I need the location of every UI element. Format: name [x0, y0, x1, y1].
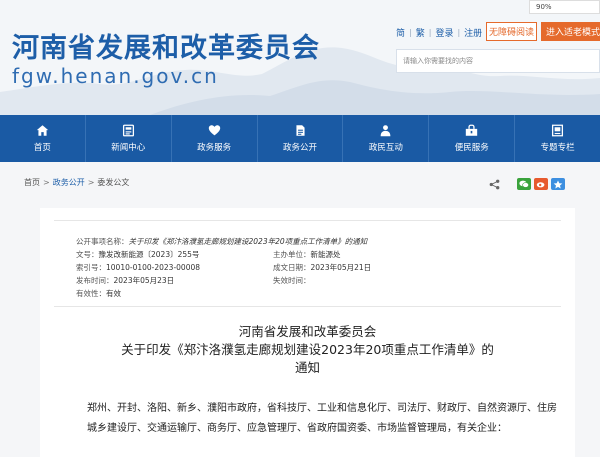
site-domain: fgw.henan.gov.cn	[12, 64, 219, 88]
meta-label: 公开事项名称：	[76, 237, 129, 246]
login-link[interactable]: 登录	[435, 26, 453, 39]
convenience-icon	[466, 124, 478, 136]
main-nav: 首页 新闻中心 政务服务 政务公开 政民互动 便民服务 专题专栏	[0, 115, 600, 162]
separator: |	[409, 27, 412, 37]
meta-row: 索引号：10010-0100-2023-00008 成文日期：2023年05月2…	[76, 261, 561, 274]
wechat-icon[interactable]	[517, 178, 531, 190]
weibo-icon[interactable]	[534, 178, 548, 190]
nav-label: 便民服务	[454, 143, 489, 153]
accessible-reading-button[interactable]: 无障碍阅读	[486, 22, 537, 41]
nav-label: 政务公开	[283, 143, 318, 153]
social-share	[517, 178, 565, 190]
breadcrumb-bar: 首页 > 政务公开 > 委发公文	[0, 162, 600, 208]
nav-label: 新闻中心	[111, 143, 146, 153]
document-title-line: 关于印发《郑汴洛濮氢走廊规划建设2023年20项重点工作清单》的	[121, 342, 494, 357]
document-title-line: 通知	[294, 360, 320, 375]
nav-label: 首页	[33, 143, 51, 153]
nav-item-service[interactable]: 政务服务	[172, 115, 258, 162]
search-input[interactable]	[403, 57, 573, 65]
meta-row: 有效性：有效	[76, 287, 561, 300]
nav-item-home[interactable]: 首页	[0, 115, 86, 162]
meta-row-subject: 公开事项名称： 关于印发《郑汴洛濮氢走廊规划建设2023年20项重点工作清单》的…	[76, 235, 561, 248]
home-icon	[36, 125, 49, 136]
meta-row: 发布时间：2023年05月23日 失效时间：	[76, 274, 561, 287]
open-icon	[295, 125, 305, 136]
nav-item-news[interactable]: 新闻中心	[86, 115, 172, 162]
interaction-icon	[380, 125, 391, 137]
document-issuer: 河南省发展和改革委员会	[238, 324, 377, 339]
nav-label: 专题专栏	[540, 143, 575, 153]
nav-item-open[interactable]: 政务公开	[258, 115, 344, 162]
site-title[interactable]: 河南省发展和改革委员会	[12, 26, 320, 65]
news-icon	[122, 124, 134, 137]
breadcrumb-separator: >	[43, 178, 50, 187]
elder-mode-button[interactable]: 进入适老模式	[541, 22, 600, 41]
topic-icon	[552, 124, 564, 137]
register-link[interactable]: 注册	[464, 26, 482, 39]
nav-label: 政务服务	[197, 143, 232, 153]
separator: |	[428, 27, 432, 37]
meta-cell: 发布时间：2023年05月23日	[76, 276, 175, 285]
breadcrumb-gov-open[interactable]: 政务公开	[53, 177, 85, 188]
share-icon[interactable]	[489, 179, 500, 190]
meta-cell: 文号：豫发改新能源〔2023〕255号	[76, 250, 200, 259]
breadcrumb-separator: >	[87, 178, 95, 187]
nav-item-convenience[interactable]: 便民服务	[429, 115, 516, 162]
nav-item-topic[interactable]: 专题专栏	[515, 115, 600, 162]
meta-cell: 主办单位：新能源处	[273, 250, 341, 259]
nav-item-interaction[interactable]: 政民互动	[343, 115, 430, 162]
site-header: 河南省发展和改革委员会 fgw.henan.gov.cn 简 | 繁 | 登录 …	[0, 0, 600, 115]
breadcrumb-home[interactable]: 首页	[24, 177, 40, 188]
document-body: 郑州、开封、洛阳、新乡、濮阳市政府，省科技厅、工业和信息化厅、司法厅、财政厅、自…	[87, 403, 557, 434]
qzone-icon[interactable]	[551, 178, 565, 190]
service-icon	[208, 125, 220, 136]
separator: |	[457, 27, 461, 37]
meta-cell: 成文日期：2023年05月21日	[273, 263, 372, 272]
breadcrumb-current[interactable]: 委发公文	[97, 177, 129, 188]
meta-cell: 失效时间：	[273, 276, 311, 285]
lang-traditional-link[interactable]: 繁	[416, 26, 425, 39]
meta-value: 关于印发《郑汴洛濮氢走廊规划建设2023年20项重点工作清单》的通知	[128, 237, 368, 246]
doc-meta-table: 公开事项名称： 关于印发《郑汴洛濮氢走廊规划建设2023年20项重点工作清单》的…	[54, 220, 561, 307]
top-links: 简 | 繁 | 登录 | 注册	[396, 26, 482, 39]
document-title: 河南省发展和改革委员会 关于印发《郑汴洛濮氢走廊规划建设2023年20项重点工作…	[40, 323, 575, 377]
meta-cell: 有效性：有效	[76, 289, 121, 298]
search-box	[396, 49, 600, 73]
article-card: 公开事项名称： 关于印发《郑汴洛濮氢走廊规划建设2023年20项重点工作清单》的…	[40, 208, 575, 457]
zoom-popup: 90%	[529, 0, 600, 14]
meta-row: 文号：豫发改新能源〔2023〕255号 主办单位：新能源处	[76, 248, 561, 261]
meta-cell: 索引号：10010-0100-2023-00008	[76, 263, 201, 272]
lang-simplified-link[interactable]: 简	[396, 26, 405, 39]
breadcrumb: 首页 > 政务公开 > 委发公文	[24, 177, 129, 188]
nav-label: 政民互动	[368, 143, 403, 153]
